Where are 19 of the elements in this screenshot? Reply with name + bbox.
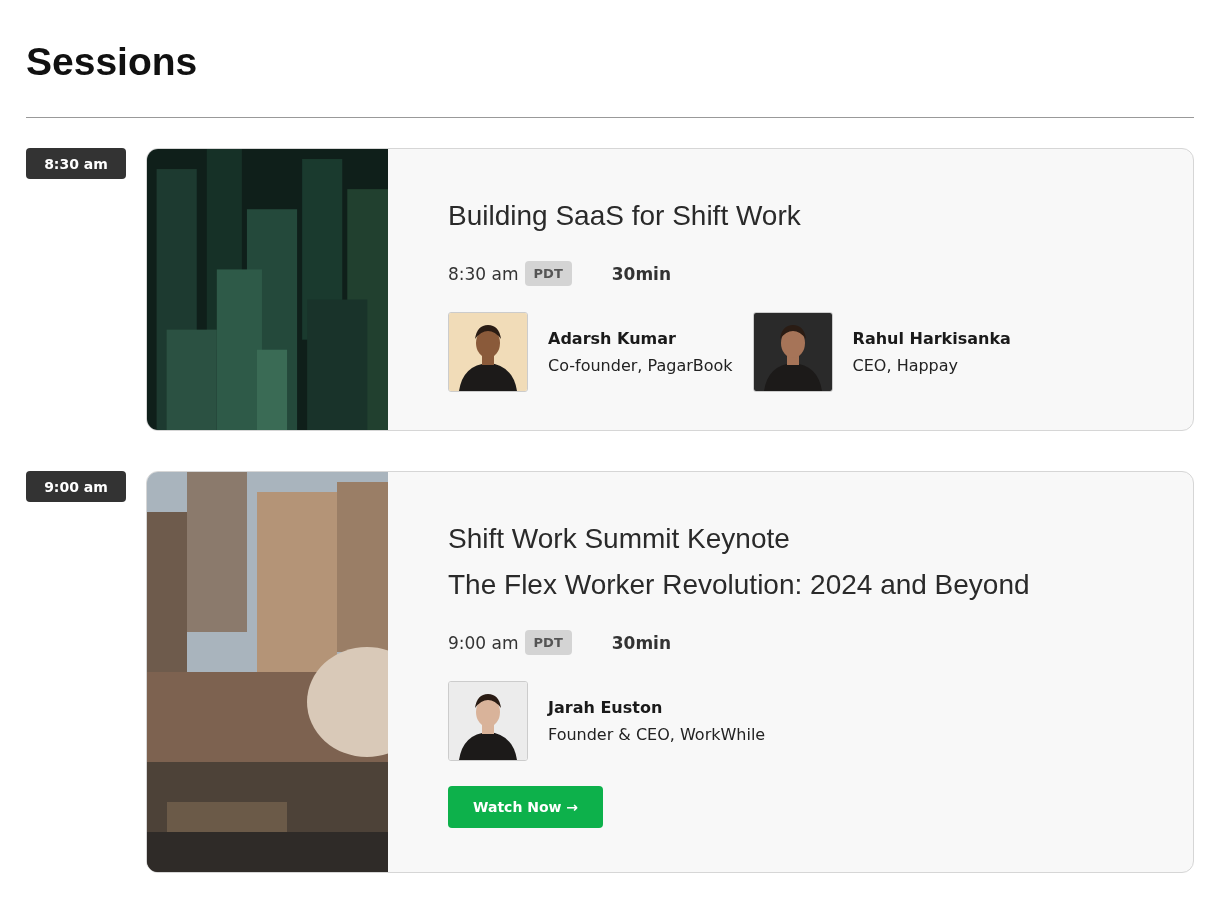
session-duration: 30min: [611, 632, 672, 653]
speaker-name: Jarah Euston: [548, 697, 664, 719]
watch-now-button[interactable]: Watch Now →: [448, 786, 604, 828]
speaker-role: Co-founder, PagarBook: [548, 355, 733, 377]
session-duration: 30min: [611, 263, 672, 284]
timezone-tag: PDT: [524, 630, 572, 655]
session-title: The Flex Worker Revolution: 2024 and Beyond: [448, 568, 1030, 602]
start-time: 8:30 am: [448, 263, 519, 284]
start-time: 9:00 am: [448, 632, 519, 653]
speaker-name: Adarsh Kumar: [548, 328, 677, 350]
timezone-tag: PDT: [524, 261, 572, 286]
time-badge: 9:00 am: [26, 471, 126, 502]
speaker-name: Rahul Harkisanka: [852, 328, 1011, 350]
speaker-role: CEO, Happay: [852, 355, 960, 377]
page-title: Sessions: [26, 39, 199, 85]
speaker-role: Founder & CEO, WorkWhile: [548, 724, 766, 746]
session-title: Building SaaS for Shift Work: [448, 199, 802, 233]
session-title: Shift Work Summit Keynote: [448, 522, 791, 556]
time-badge: 8:30 am: [26, 148, 126, 179]
